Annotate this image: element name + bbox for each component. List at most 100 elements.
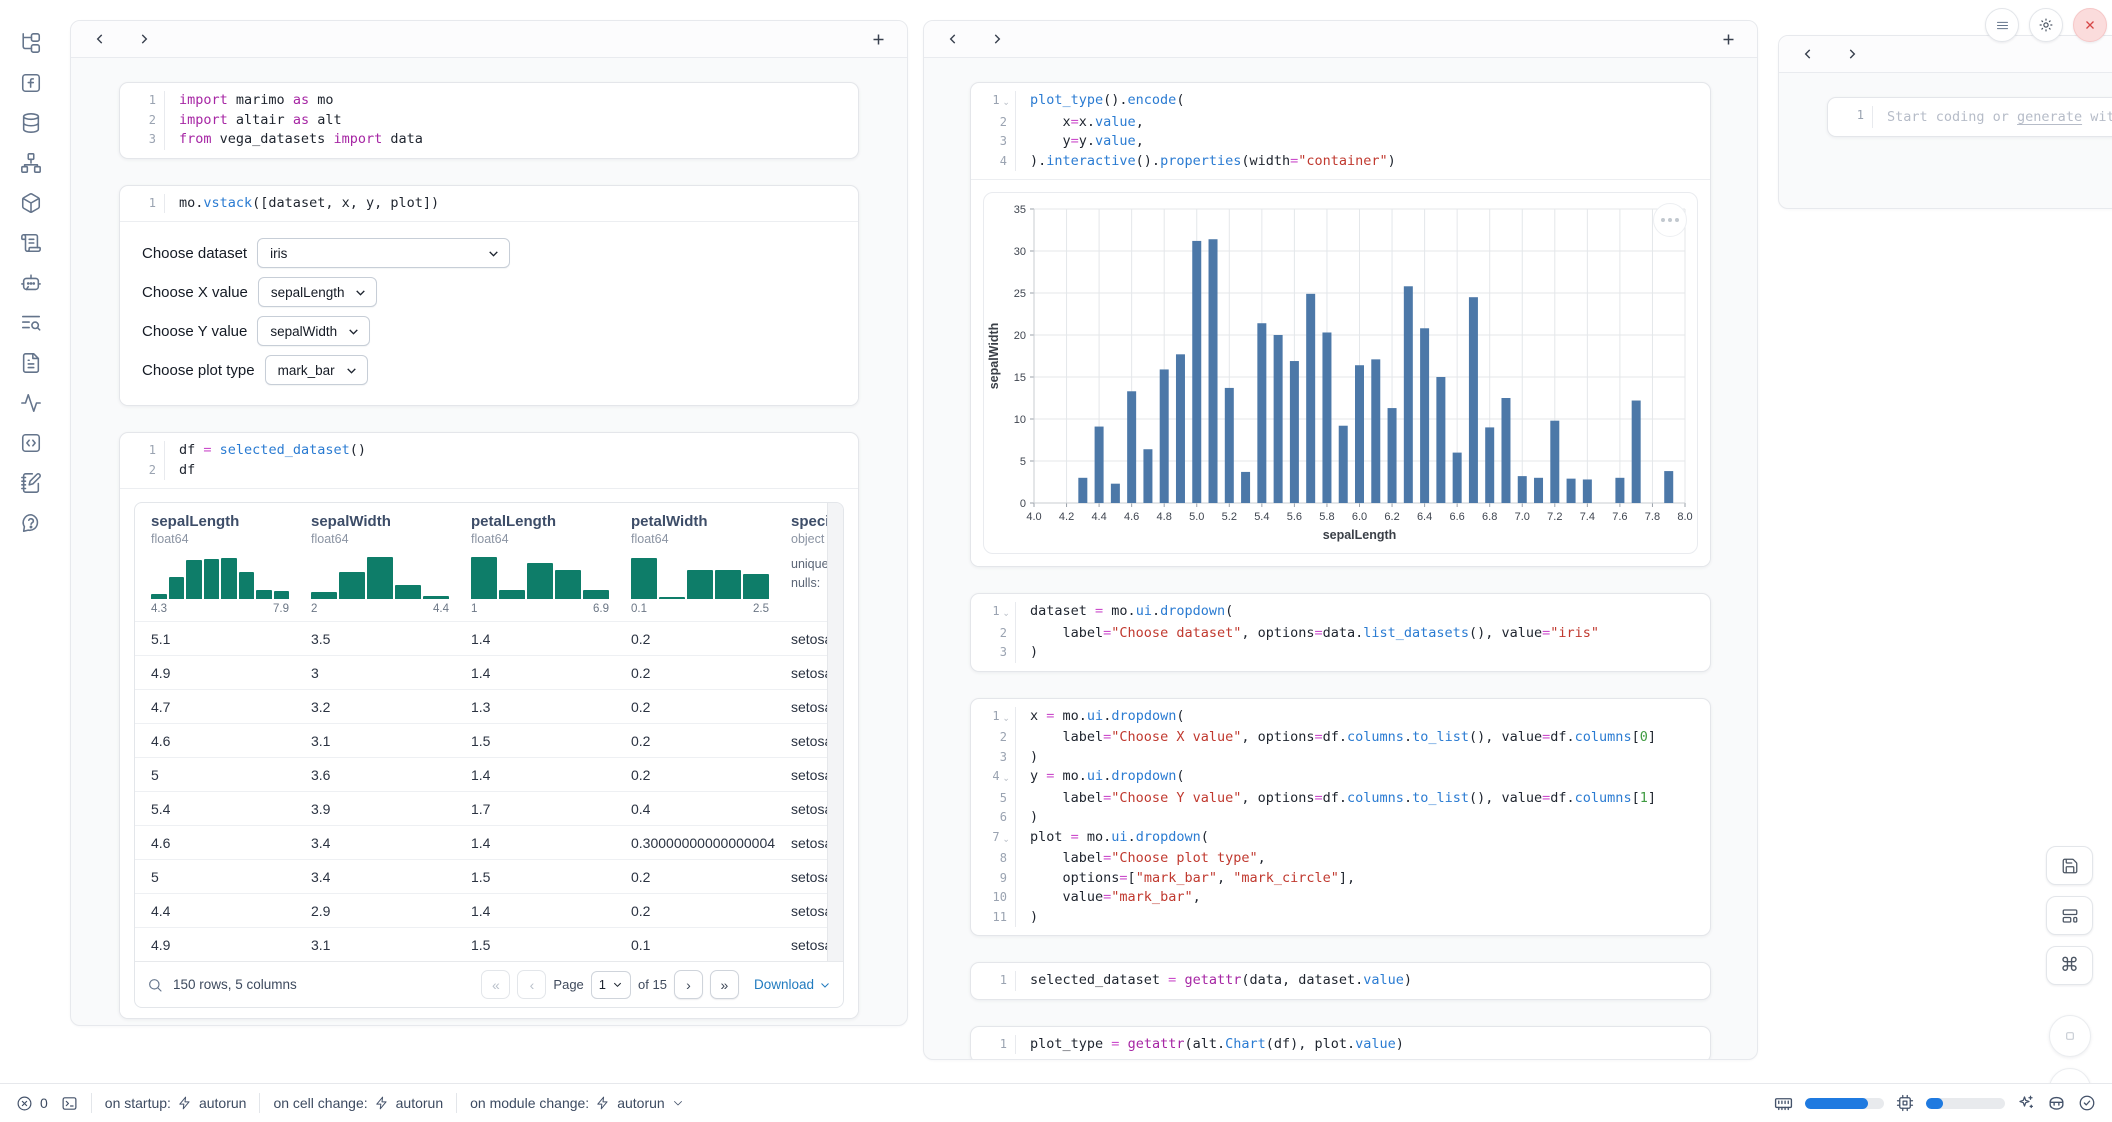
column-header[interactable]: sepalWidthfloat6424.4 [311,513,471,615]
copilot-icon[interactable] [2047,1094,2066,1113]
download-button[interactable]: Download [754,977,831,992]
plot-type-dropdown[interactable]: mark_bar [265,355,368,385]
file-tree-icon[interactable] [18,30,44,56]
column-stats: unique:nulls: [791,555,806,593]
first-page-button[interactable]: « [481,970,510,999]
cell-empty: 1 Start coding or generate with [1827,97,2112,137]
chart-menu-button[interactable] [1653,203,1687,237]
code-editor[interactable]: 1›dataset = mo.ui.dropdown(2 label="Choo… [971,594,1710,671]
help-circle-icon[interactable] [18,510,44,536]
code-editor[interactable]: 1df = selected_dataset()2df [120,433,858,488]
scroll-text-icon[interactable] [18,230,44,256]
chevron-right-icon[interactable] [1843,45,1861,63]
code-editor[interactable]: 1›x = mo.ui.dropdown(2 label="Choose X v… [971,699,1710,936]
form-row: Choose X value sepalLength [142,277,836,307]
check-circle-icon[interactable] [2078,1094,2096,1112]
code-embed-icon[interactable] [18,430,44,456]
svg-text:35: 35 [1014,204,1026,216]
chevron-right-icon[interactable] [135,30,153,48]
code-line: 2import altair as alt [120,111,858,131]
table-row[interactable]: 4.931.40.2setosa [135,655,828,689]
altair-chart[interactable]: 4.04.24.44.64.85.05.25.45.65.86.06.26.46… [983,192,1698,554]
on-cell-change-setting[interactable]: on cell change: autorun [273,1095,443,1111]
column-header[interactable]: speciesobjectunique:nulls: [791,513,828,615]
column-header[interactable]: petalLengthfloat6416.9 [471,513,631,615]
list-search-icon[interactable] [18,310,44,336]
chat-bot-icon[interactable] [18,270,44,296]
on-startup-setting[interactable]: on startup: autorun [105,1095,247,1111]
table-row[interactable]: 4.63.11.50.2setosa [135,723,828,757]
settings-button[interactable] [2029,8,2063,42]
close-button[interactable] [2073,8,2107,42]
table-row[interactable]: 5.43.91.70.4setosa [135,791,828,825]
code-editor[interactable]: 1import marimo as mo2import altair as al… [120,83,858,158]
terminal-button[interactable] [61,1095,78,1112]
fold-marker-icon[interactable]: › [995,612,1015,617]
notebook-pen-icon[interactable] [18,470,44,496]
table-row[interactable]: 4.93.11.50.1setosa [135,927,828,961]
function-square-icon[interactable] [18,70,44,96]
table-row[interactable]: 4.42.91.40.2setosa [135,893,828,927]
sitemap-icon[interactable] [18,150,44,176]
search-icon[interactable] [147,977,163,993]
table-row[interactable]: 4.63.41.40.30000000000000004setosa [135,825,828,859]
y-value-dropdown[interactable]: sepalWidth [257,316,370,346]
last-page-button[interactable]: » [710,970,739,999]
page-select[interactable]: 1 [591,971,631,999]
table-row[interactable]: 4.73.21.30.2setosa [135,689,828,723]
fold-marker-icon[interactable]: › [995,717,1015,722]
code-line: 1mo.vstack([dataset, x, y, plot]) [120,194,858,214]
table-row[interactable]: 5.13.51.40.2setosa [135,621,828,655]
column-header[interactable]: petalWidthfloat640.12.5 [631,513,791,615]
table-cell: 4.7 [151,699,311,715]
activity-icon[interactable] [18,390,44,416]
add-cell-icon[interactable] [869,30,887,48]
column-header[interactable]: sepalLengthfloat644.37.9 [151,513,311,615]
next-page-button[interactable]: › [674,970,703,999]
fold-marker-icon[interactable]: › [995,838,1015,843]
layout-button[interactable] [2046,896,2093,935]
memory-icon [1774,1094,1793,1113]
error-counter[interactable]: 0 [16,1095,48,1112]
table-cell: 2.9 [311,903,471,919]
sparkles-icon[interactable] [2017,1094,2035,1112]
table-cell: 1.4 [471,767,631,783]
table-row[interactable]: 53.61.40.2setosa [135,757,828,791]
chart-output: 4.04.24.44.64.85.05.25.45.65.86.06.26.46… [971,179,1710,566]
command-palette-button[interactable]: ⌘ [2046,946,2093,985]
code-editor[interactable]: 1mo.vstack([dataset, x, y, plot]) [120,186,858,222]
package-icon[interactable] [18,190,44,216]
prev-page-button[interactable]: ‹ [517,970,546,999]
code-editor[interactable]: 1 Start coding or generate with [1828,98,2112,136]
svg-text:7.8: 7.8 [1645,511,1660,523]
code-editor[interactable]: 1selected_dataset = getattr(data, datase… [971,963,1710,999]
file-text-icon[interactable] [18,350,44,376]
cell-plot-type: 1plot_type = getattr(alt.Chart(df), plot… [970,1026,1711,1061]
fold-marker-icon[interactable]: › [995,777,1015,782]
database-icon[interactable] [18,110,44,136]
chevron-left-icon[interactable] [91,30,109,48]
stop-button[interactable] [2049,1015,2091,1057]
code-editor[interactable]: 1›plot_type().encode(2 x=x.value,3 y=y.v… [971,83,1710,179]
chevron-down-icon [672,1097,684,1109]
table-scroll-area[interactable]: sepalLengthfloat644.37.9sepalWidthfloat6… [135,503,843,961]
chevron-left-icon[interactable] [944,30,962,48]
table-cell: 3.1 [311,937,471,953]
add-cell-icon[interactable] [1719,30,1737,48]
dataset-dropdown[interactable]: iris [257,238,510,268]
code-line: 2 x=x.value, [971,113,1710,133]
vstack-output: Choose dataset iris Choose X value sepal… [120,221,858,405]
fold-marker-icon[interactable]: › [995,101,1015,106]
table-row[interactable]: 53.41.50.2setosa [135,859,828,893]
table-cell: setosa [791,903,828,919]
chevron-right-icon[interactable] [988,30,1006,48]
chevron-left-icon[interactable] [1799,45,1817,63]
code-editor[interactable]: 1plot_type = getattr(alt.Chart(df), plot… [971,1027,1710,1061]
table-cell: 1.5 [471,733,631,749]
generate-link[interactable]: generate [2017,109,2082,125]
save-button[interactable] [2046,846,2093,885]
menu-button[interactable] [1985,8,2019,42]
on-module-change-setting[interactable]: on module change: autorun [470,1095,684,1111]
form-row: Choose dataset iris [142,238,836,268]
x-value-dropdown[interactable]: sepalLength [258,277,378,307]
